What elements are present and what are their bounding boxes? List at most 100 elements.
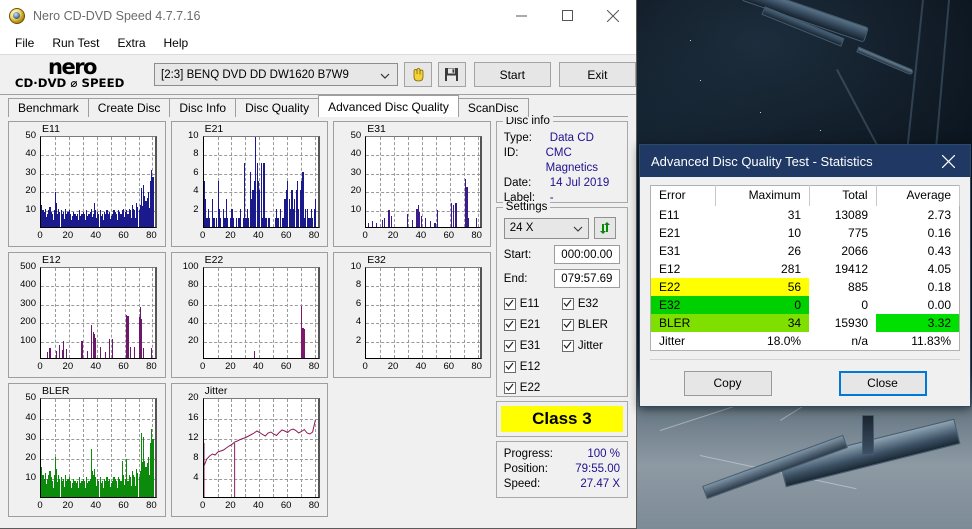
close-button[interactable]: Close xyxy=(838,370,927,396)
cell-average: 11.83% xyxy=(911,334,951,348)
menu-item-help[interactable]: Help xyxy=(155,33,198,53)
x-axis-tick: 20 xyxy=(225,230,236,241)
checkbox-e11[interactable]: E11 xyxy=(503,293,562,314)
content-area: E11 10 20 30 40 50 0 20 40 60 80 E21 2 4 6 8 10 0 20 40 60 8… xyxy=(0,115,636,528)
tab-benchmark[interactable]: Benchmark xyxy=(8,98,89,117)
checkbox-e31[interactable]: E31 xyxy=(503,335,562,356)
chevron-down-icon xyxy=(573,224,583,236)
statistics-dialog: Advanced Disc Quality Test - Statistics … xyxy=(639,144,971,407)
checkbox-e32[interactable]: E32 xyxy=(561,293,620,314)
end-input[interactable]: 079:57.69 xyxy=(553,269,620,288)
cell-error: Jitter xyxy=(659,334,686,348)
chart-title: E21 xyxy=(204,123,224,135)
x-axis-tick: 20 xyxy=(225,500,236,511)
minimize-button[interactable] xyxy=(498,0,544,31)
checkbox-label: E12 xyxy=(519,360,541,373)
bar xyxy=(81,341,83,358)
chart-e11: E11 10 20 30 40 50 0 20 40 60 80 xyxy=(8,121,166,247)
bar xyxy=(209,217,211,227)
tab-scandisc[interactable]: ScanDisc xyxy=(457,98,529,117)
bar xyxy=(105,352,107,358)
speed-select[interactable]: 24 X xyxy=(503,217,589,239)
chart-title: E22 xyxy=(204,254,224,266)
tab-disc-info[interactable]: Disc Info xyxy=(169,98,237,117)
tab-create-disc[interactable]: Create Disc xyxy=(87,98,171,117)
checkbox-e22[interactable]: E22 xyxy=(503,377,562,398)
y-axis-tick: 6 xyxy=(355,297,362,309)
x-axis-tick: 40 xyxy=(253,361,264,372)
statistics-title: Advanced Disc Quality Test - Statistics xyxy=(651,153,873,169)
x-axis-tick: 80 xyxy=(308,500,320,511)
chart-bler: BLER 10 20 30 40 50 0 20 40 60 80 xyxy=(8,383,166,517)
y-axis-tick: 60 xyxy=(188,297,199,309)
exit-button[interactable]: Exit xyxy=(558,62,636,87)
tab-disc-quality[interactable]: Disc Quality xyxy=(235,98,320,117)
checkbox-e12[interactable]: E12 xyxy=(503,356,562,377)
nero-logo: nero CD·DVD ⌀ SPEED xyxy=(8,55,148,93)
plot-area xyxy=(202,398,320,498)
start-input[interactable]: 000:00.00 xyxy=(553,245,620,264)
cell-total: 15930 xyxy=(834,316,869,330)
y-axis-tick: 400 xyxy=(20,279,36,291)
cell-total: 0 xyxy=(861,298,869,312)
statistics-body: Error Maximum Total Average E11 31 13089 2.… xyxy=(640,177,970,351)
bar xyxy=(220,217,222,227)
start-label: Start: xyxy=(503,248,532,261)
wallpaper-star xyxy=(760,112,761,113)
copy-button[interactable]: Copy xyxy=(683,370,772,396)
x-axis-tick: 60 xyxy=(118,230,129,241)
disc-info-key: Date: xyxy=(503,177,532,189)
disc-info-value: Data CD xyxy=(549,132,594,144)
drive-select[interactable]: [2:3] BENQ DVD DD DW1620 B7W9 xyxy=(154,63,399,86)
x-axis-tick: 0 xyxy=(37,500,43,511)
start-button[interactable]: Start xyxy=(473,62,551,87)
checkbox-bler[interactable]: BLER xyxy=(561,314,620,335)
y-axis-tick: 4 xyxy=(193,472,199,483)
bar xyxy=(315,199,317,227)
checkbox-label: BLER xyxy=(577,318,608,331)
y-axis-tick: 10 xyxy=(350,203,362,215)
statistics-close-button[interactable] xyxy=(926,145,970,177)
save-button[interactable] xyxy=(438,62,466,87)
wallpaper-ship-nose xyxy=(856,46,914,76)
close-button[interactable] xyxy=(590,0,636,31)
bar xyxy=(452,204,454,227)
cell-total: 19412 xyxy=(834,262,869,276)
speed-select-value: 24 X xyxy=(509,222,534,234)
y-axis-tick: 100 xyxy=(182,261,199,272)
bar xyxy=(127,315,129,358)
x-axis-tick: 20 xyxy=(62,500,74,511)
cell-total: 885 xyxy=(848,280,869,294)
end-field-row: End: 079:57.69 xyxy=(504,269,620,288)
bar xyxy=(303,328,306,358)
bar-fill xyxy=(152,199,154,227)
bar xyxy=(420,215,422,227)
checkbox-jitter[interactable]: Jitter xyxy=(561,335,620,356)
statistics-table-body: E11 31 13089 2.73 E21 10 775 0.16 E31 26 2066 0.43 E… xyxy=(650,206,960,351)
table-row: E22 56 885 0.18 xyxy=(650,278,960,296)
y-axis-tick: 50 xyxy=(25,392,36,403)
nero-disc-icon xyxy=(9,7,25,24)
menu-item-file[interactable]: File xyxy=(6,33,43,53)
bar xyxy=(424,217,426,227)
y-axis-tick: 10 xyxy=(350,261,362,272)
y-axis-tick: 20 xyxy=(188,334,199,346)
y-axis-tick: 16 xyxy=(188,412,199,423)
chart-title: E12 xyxy=(42,254,61,266)
chart-row-3: BLER 10 20 30 40 50 0 20 40 60 80 Jitter 4 8 12 16 20 0 2… xyxy=(8,383,491,517)
cell-total: 13089 xyxy=(834,208,869,222)
eject-button[interactable] xyxy=(404,62,432,87)
y-axis-tick: 30 xyxy=(350,166,362,178)
chart-row-1: E11 10 20 30 40 50 0 20 40 60 80 E21 2 4 6 8 10 0 20 40 60 8… xyxy=(8,121,491,247)
refresh-speed-button[interactable] xyxy=(593,217,616,239)
y-axis-tick: 300 xyxy=(20,297,36,309)
maximize-button[interactable] xyxy=(544,0,590,31)
menu-item-extra[interactable]: Extra xyxy=(108,33,154,53)
menu-item-run-test[interactable]: Run Test xyxy=(43,33,108,53)
bar xyxy=(434,223,436,227)
table-row: E32 0 0 0.00 xyxy=(650,296,960,314)
chart-e22: E22 20 40 60 80 100 0 20 40 60 80 xyxy=(170,252,329,378)
tab-advanced-disc-quality[interactable]: Advanced Disc Quality xyxy=(318,95,459,117)
disc-info-row-id: ID: CMC Magnetics xyxy=(504,146,620,176)
checkbox-e21[interactable]: E21 xyxy=(503,314,562,335)
